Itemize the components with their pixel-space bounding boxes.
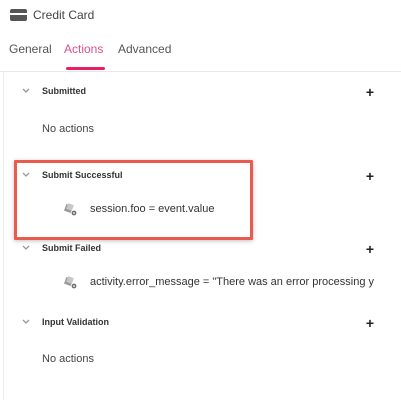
panel-header: Credit Card [10, 6, 94, 24]
tab-general[interactable]: General [9, 42, 52, 56]
script-action-icon [64, 202, 77, 216]
chevron-down-icon[interactable] [21, 317, 31, 327]
action-row-submit-failed[interactable]: activity.error_message = "There was an e… [64, 275, 374, 289]
content-border [3, 72, 4, 400]
section-title-input-validation: Input Validation [42, 317, 109, 327]
chevron-down-icon[interactable] [21, 170, 31, 180]
section-title-submit-failed: Submit Failed [42, 243, 102, 253]
tab-bar: General Actions Advanced [0, 36, 401, 70]
section-title-submit-successful: Submit Successful [42, 170, 123, 180]
empty-actions-submitted: No actions [42, 123, 94, 135]
action-text: session.foo = event.value [90, 203, 215, 215]
action-row-submit-successful[interactable]: session.foo = event.value [64, 202, 374, 216]
active-tab-indicator [66, 67, 105, 70]
action-text: activity.error_message = "There was an e… [90, 276, 374, 288]
tab-divider [0, 71, 401, 72]
add-action-submitted-button[interactable]: + [364, 85, 376, 99]
credit-card-icon [10, 9, 27, 21]
section-title-submitted: Submitted [42, 86, 86, 96]
add-action-submit-successful-button[interactable]: + [364, 169, 376, 183]
add-action-submit-failed-button[interactable]: + [364, 242, 376, 256]
chevron-down-icon[interactable] [21, 86, 31, 96]
tab-actions[interactable]: Actions [64, 42, 103, 56]
script-action-icon [64, 275, 77, 289]
chevron-down-icon[interactable] [21, 243, 31, 253]
add-action-input-validation-button[interactable]: + [364, 316, 376, 330]
empty-actions-input-validation: No actions [42, 353, 94, 365]
panel-title: Credit Card [33, 8, 95, 22]
tab-advanced[interactable]: Advanced [118, 42, 171, 56]
